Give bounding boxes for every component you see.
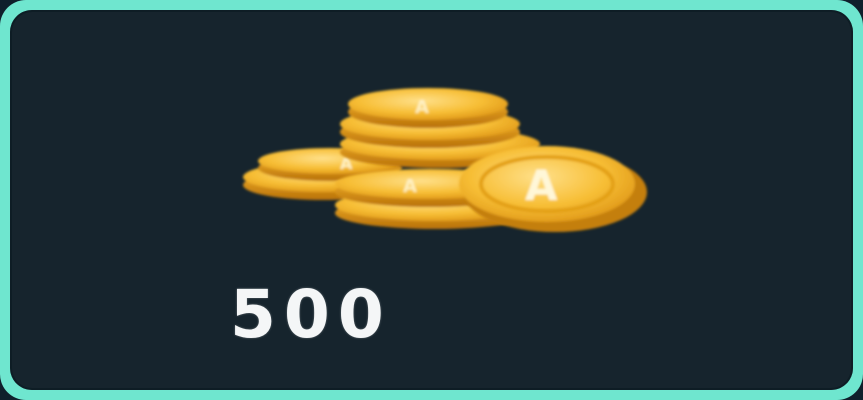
svg-text:A: A	[415, 97, 429, 118]
svg-text:A: A	[403, 176, 417, 197]
reward-amount: 500	[230, 276, 392, 353]
reward-card[interactable]: A A A A 500	[10, 10, 853, 390]
svg-text:A: A	[525, 161, 558, 210]
coin-stack-icon: A A A A	[243, 88, 647, 232]
